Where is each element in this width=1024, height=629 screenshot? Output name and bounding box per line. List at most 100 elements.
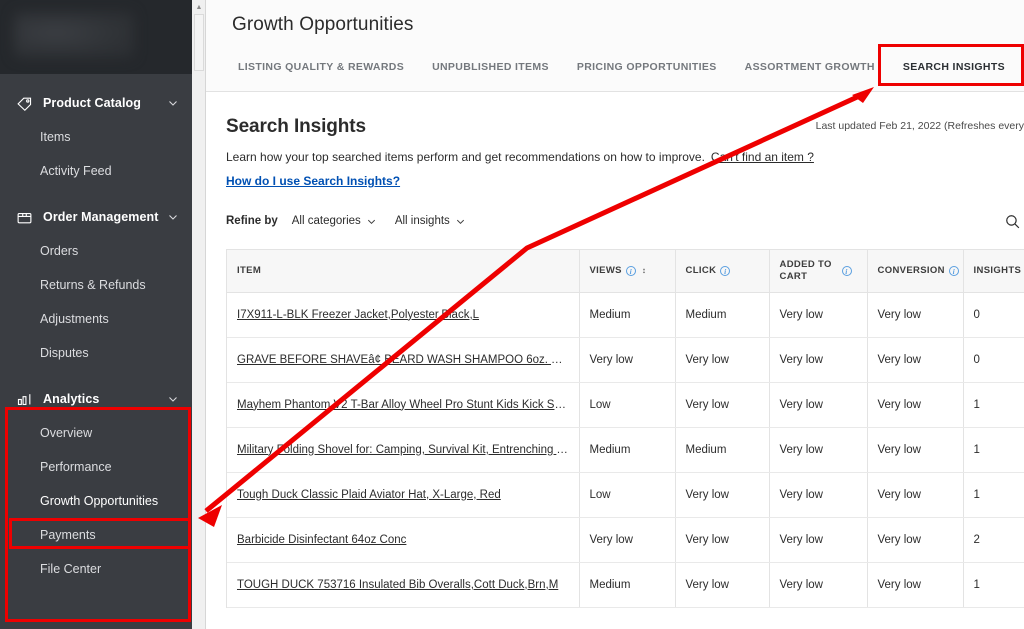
sidebar-logo[interactable]: [0, 0, 192, 74]
cell-added-to-cart: Very low: [769, 472, 868, 518]
table-row: Barbicide Disinfectant 64oz Conc Very lo…: [227, 517, 1024, 563]
nav-group-label: Product Catalog: [43, 96, 142, 110]
column-header-insights[interactable]: INSIGHTS i: [963, 250, 1024, 293]
table-row: Military Folding Shovel for: Camping, Su…: [227, 427, 1024, 473]
table-row: Mayhem Phantom V2 T-Bar Alloy Wheel Pro …: [227, 382, 1024, 428]
nav-group-order-management: Order Management Orders Returns & Refund…: [0, 200, 192, 370]
nav-group-product-catalog: Product Catalog Items Activity Feed: [0, 86, 192, 188]
item-link[interactable]: TOUGH DUCK 753716 Insulated Bib Overalls…: [237, 579, 569, 591]
app-root: Product Catalog Items Activity Feed Orde…: [0, 0, 1024, 629]
filter-all-categories-value: All categories: [291, 215, 361, 227]
info-icon[interactable]: i: [948, 265, 959, 276]
column-header-click[interactable]: CLICK i: [675, 250, 770, 293]
filter-all-insights-value: All insights: [394, 215, 450, 227]
chevron-down-icon: [455, 216, 466, 227]
search-insights-panel: Search Insights Last updated Feb 21, 202…: [206, 92, 1024, 608]
item-link[interactable]: Tough Duck Classic Plaid Aviator Hat, X-…: [237, 489, 569, 501]
table-head: ITEM VIEWS i ↕ CLICK i ADDED TO CART i C…: [227, 250, 1024, 293]
page-scrollbar[interactable]: ▲: [192, 0, 206, 629]
sidebar-item-overview[interactable]: Overview: [0, 416, 192, 450]
nav-group-header-analytics[interactable]: Analytics: [0, 382, 192, 416]
nav-group-label: Analytics: [43, 392, 100, 406]
chevron-down-icon: [366, 216, 377, 227]
table-row: I7X911-L-BLK Freezer Jacket,Polyester,Bl…: [227, 292, 1024, 338]
info-icon[interactable]: i: [841, 265, 852, 276]
cell-insights: 0: [963, 337, 1024, 383]
how-do-i-use-search-insights-link[interactable]: How do I use Search Insights?: [226, 174, 400, 188]
sidebar-item-disputes[interactable]: Disputes: [0, 336, 192, 370]
cell-insights: 1: [963, 427, 1024, 473]
table-row: Tough Duck Classic Plaid Aviator Hat, X-…: [227, 472, 1024, 518]
column-header-item[interactable]: ITEM: [227, 250, 580, 293]
tab-listing-quality-rewards[interactable]: LISTING QUALITY & REWARDS: [224, 53, 418, 85]
cell-item: Barbicide Disinfectant 64oz Conc: [227, 517, 580, 563]
item-link[interactable]: Mayhem Phantom V2 T-Bar Alloy Wheel Pro …: [237, 399, 569, 411]
cell-added-to-cart: Very low: [769, 382, 868, 428]
cell-views: Medium: [579, 292, 676, 338]
cell-conversion: Very low: [867, 427, 964, 473]
info-icon[interactable]: i: [625, 265, 636, 276]
column-header-views[interactable]: VIEWS i ↕: [579, 250, 676, 293]
sidebar-item-items[interactable]: Items: [0, 120, 192, 154]
cell-click: Medium: [675, 427, 770, 473]
item-link[interactable]: I7X911-L-BLK Freezer Jacket,Polyester,Bl…: [237, 309, 569, 321]
cell-item: Tough Duck Classic Plaid Aviator Hat, X-…: [227, 472, 580, 518]
table-header-row: ITEM VIEWS i ↕ CLICK i ADDED TO CART i C…: [227, 250, 1024, 293]
cell-insights: 2: [963, 517, 1024, 563]
cell-click: Very low: [675, 472, 770, 518]
sidebar-item-growth-opportunities[interactable]: Growth Opportunities: [0, 484, 192, 518]
sidebar-item-returns-refunds[interactable]: Returns & Refunds: [0, 268, 192, 302]
last-updated-text: Last updated Feb 21, 2022 (Refreshes eve…: [815, 120, 1024, 132]
cell-added-to-cart: Very low: [769, 337, 868, 383]
tab-assortment-growth[interactable]: ASSORTMENT GROWTH: [731, 53, 889, 85]
nav-group-header-order-management[interactable]: Order Management: [0, 200, 192, 234]
cell-views: Very low: [579, 337, 676, 383]
cell-views: Low: [579, 382, 676, 428]
search-insights-table: ITEM VIEWS i ↕ CLICK i ADDED TO CART i C…: [227, 250, 1024, 608]
refine-bar: Refine by All categories All insights: [214, 188, 1024, 228]
cell-item: I7X911-L-BLK Freezer Jacket,Polyester,Bl…: [227, 292, 580, 338]
info-icon[interactable]: i: [720, 265, 731, 276]
sort-toggle-icon[interactable]: ↕: [642, 266, 646, 275]
box-icon: [14, 207, 34, 227]
search-icon[interactable]: [1001, 210, 1023, 232]
sidebar-item-payments[interactable]: Payments: [0, 518, 192, 552]
table-row: GRAVE BEFORE SHAVEâ¢ BEARD WASH SHAMPOO …: [227, 337, 1024, 383]
chevron-down-icon[interactable]: [166, 392, 180, 406]
bar-chart-icon: [14, 389, 34, 409]
tab-pricing-opportunities[interactable]: PRICING OPPORTUNITIES: [563, 53, 731, 85]
cell-added-to-cart: Very low: [769, 517, 868, 563]
chevron-down-icon[interactable]: [166, 96, 180, 110]
redacted-logo-icon: [14, 12, 134, 58]
chevron-down-icon[interactable]: [166, 210, 180, 224]
sidebar-item-file-center[interactable]: File Center: [0, 552, 192, 586]
sidebar-item-performance[interactable]: Performance: [0, 450, 192, 484]
filter-all-categories[interactable]: All categories: [292, 215, 377, 227]
cell-insights: 1: [963, 382, 1024, 428]
cant-find-item-link[interactable]: Can't find an item ?: [711, 150, 814, 164]
cell-click: Very low: [675, 337, 770, 383]
section-description: Learn how your top searched items perfor…: [214, 138, 1024, 164]
cell-added-to-cart: Very low: [769, 562, 868, 608]
item-link[interactable]: GRAVE BEFORE SHAVEâ¢ BEARD WASH SHAMPOO …: [237, 354, 569, 366]
cell-insights: 0: [963, 292, 1024, 338]
scrollbar-thumb[interactable]: [194, 14, 204, 71]
cell-views: Low: [579, 472, 676, 518]
nav-group-header-product-catalog[interactable]: Product Catalog: [0, 86, 192, 120]
scroll-up-arrow-icon[interactable]: ▲: [192, 0, 206, 14]
column-header-conversion[interactable]: CONVERSION i: [867, 250, 964, 293]
tab-search-insights[interactable]: SEARCH INSIGHTS: [889, 53, 1019, 86]
cell-views: Medium: [579, 562, 676, 608]
column-header-added-to-cart[interactable]: ADDED TO CART i: [769, 250, 868, 293]
item-link[interactable]: Military Folding Shovel for: Camping, Su…: [237, 444, 569, 456]
sidebar-item-activity-feed[interactable]: Activity Feed: [0, 154, 192, 188]
sidebar-item-orders[interactable]: Orders: [0, 234, 192, 268]
sidebar-item-adjustments[interactable]: Adjustments: [0, 302, 192, 336]
sidebar: Product Catalog Items Activity Feed Orde…: [0, 0, 192, 629]
tab-unpublished-items[interactable]: UNPUBLISHED ITEMS: [418, 53, 563, 85]
page-title: Growth Opportunities: [232, 14, 414, 35]
item-link[interactable]: Barbicide Disinfectant 64oz Conc: [237, 534, 569, 546]
nav-group-analytics: Analytics Overview Performance Growth Op…: [0, 382, 192, 586]
filter-all-insights[interactable]: All insights: [395, 215, 466, 227]
